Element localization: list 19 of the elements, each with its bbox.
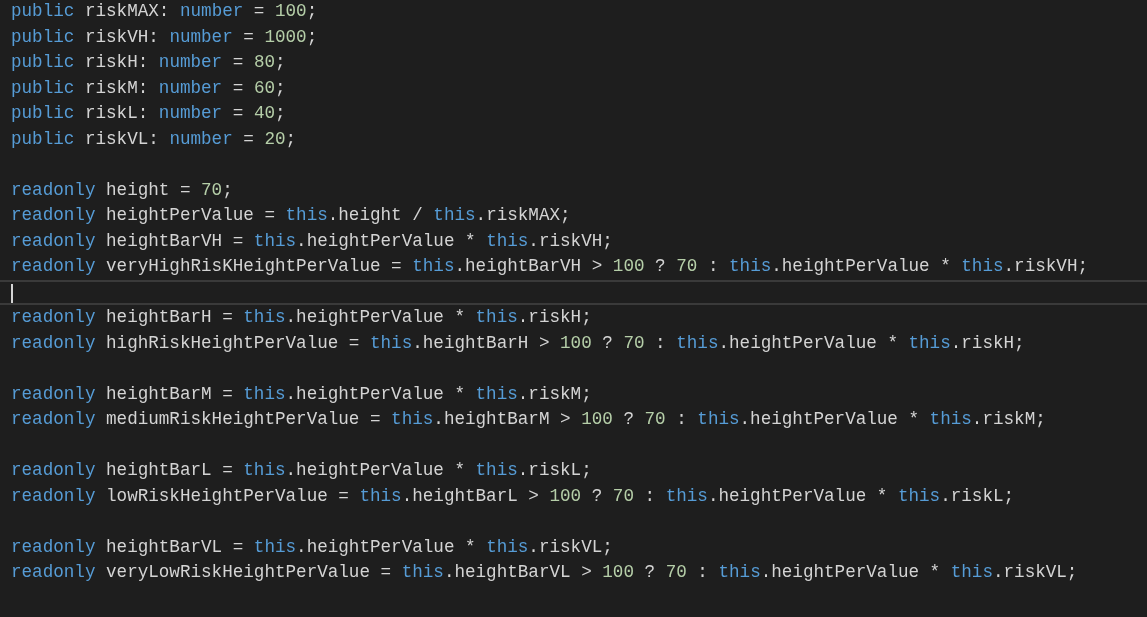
code-line: readonly highRiskHeightPerValue = this.heightBarH > 100 ? 70 : this.heightPerValue * this.riskH; [11,331,1025,355]
code-line: readonly height = 70; [11,178,233,202]
code-line: readonly heightBarVL = this.heightPerValue * this.riskVL; [11,535,613,559]
text-cursor [11,284,13,304]
code-line: readonly heightPerValue = this.height / this.riskMAX; [11,204,571,227]
code-line: readonly veryHighRisKHeightPerValue = this.heightBarVH > 100 ? 70 : this.heightPerValue * this.riskVH; [11,255,1088,278]
code-line: readonly mediumRiskHeightPerValue = this.heightBarM > 100 ? 70 : this.heightPerValue * this.riskM; [11,408,1046,431]
code-line: readonly heightBarM = this.heightPerValue * this.riskM; [11,382,592,406]
code-line: readonly heightBarH = this.heightPerValue * this.riskH; [11,306,592,329]
code-line: readonly veryLowRiskHeightPerValue = this.heightBarVL > 100 ? 70 : this.heightPerValue * this.riskVL; [11,561,1078,584]
code-line: public riskL: number = 40; [11,102,286,125]
code-line: public riskMAX: number = 100; [11,0,318,23]
code-line: readonly heightBarL = this.heightPerValue * this.riskL; [11,459,592,482]
code-line: public riskM: number = 60; [11,76,286,100]
code-line: public riskVL: number = 20; [11,127,297,151]
code-line: readonly lowRiskHeightPerValue = this.heightBarL > 100 ? 70 : this.heightPerValue * this.riskL; [11,484,1015,508]
code-line: public riskVH: number = 1000; [11,25,318,49]
code-line: public riskH: number = 80; [11,51,286,74]
code-line: readonly heightBarVH = this.heightPerValue * this.riskVH; [11,229,613,253]
